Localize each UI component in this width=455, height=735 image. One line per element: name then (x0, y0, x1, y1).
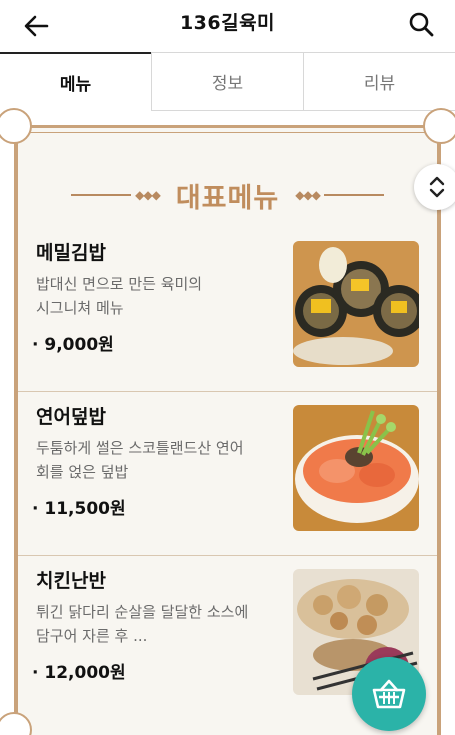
section-heading: ◆◆◆ 대표메뉴 ◆◆◆ (14, 170, 441, 220)
tab-reviews[interactable]: 리뷰 (303, 52, 455, 110)
heading-line-left (71, 194, 132, 196)
app-header: 136길육미 (0, 0, 455, 52)
menu-item-description-line: 튀긴 닭다리 순살을 달달한 소스에 (36, 603, 249, 621)
menu-list: 메밀김밥 밥대신 면으로 만든 육미의 시그니쳐 메뉴 · 9,000원 연어덮… (18, 228, 437, 720)
search-icon (409, 12, 434, 37)
soba-kimbap-photo[interactable] (293, 241, 419, 367)
cart-button[interactable] (352, 657, 426, 731)
menu-item-description-line: 회를 얹은 덮밥 (36, 463, 129, 481)
menu-item-description: 밥대신 면으로 만든 육미의 시그니쳐 메뉴 (36, 272, 276, 320)
menu-item-name: 치킨난반 (36, 570, 106, 592)
heading-ornament-right: ◆◆◆ (295, 188, 321, 202)
menu-item-description-line: 두툼하게 썰은 스코틀랜드산 연어 (36, 439, 244, 457)
chevron-up-down-icon (429, 176, 445, 198)
menu-item-price-value: 11,500원 (44, 499, 126, 519)
menu-item-description-line: 밥대신 면으로 만든 육미의 (36, 275, 203, 293)
section-title: 대표메뉴 (175, 182, 280, 214)
heading-line-right (323, 194, 384, 196)
menu-item-description-line: 시그니쳐 메뉴 (36, 299, 124, 317)
menu-item-price: · 11,500원 (32, 499, 126, 519)
menu-item-description: 튀긴 닭다리 순살을 달달한 소스에 담구어 자른 후 ... (36, 600, 276, 648)
tab-info[interactable]: 정보 (151, 52, 303, 110)
tab-bar: 메뉴 정보 리뷰 (0, 52, 455, 111)
basket-icon (372, 679, 406, 709)
heading-ornament-left: ◆◆◆ (135, 188, 161, 202)
menu-item-description-line: 담구어 자른 후 ... (36, 627, 148, 645)
menu-item-description: 두툼하게 썰은 스코틀랜드산 연어 회를 얹은 덮밥 (36, 436, 276, 484)
page-title: 136길육미 (179, 12, 276, 34)
menu-item[interactable]: 연어덮밥 두툼하게 썰은 스코틀랜드산 연어 회를 얹은 덮밥 · 11,500… (18, 392, 437, 556)
menu-item-price: · 12,000원 (32, 663, 126, 683)
search-button[interactable] (401, 4, 441, 44)
salmon-rice-bowl-photo[interactable] (293, 405, 419, 531)
menu-item-price: · 9,000원 (32, 335, 114, 355)
menu-item-name: 연어덮밥 (36, 406, 106, 428)
menu-item[interactable]: 메밀김밥 밥대신 면으로 만든 육미의 시그니쳐 메뉴 · 9,000원 (18, 228, 437, 392)
tab-menu[interactable]: 메뉴 (0, 52, 151, 111)
scroll-toggle-button[interactable] (414, 164, 455, 210)
menu-item-price-value: 12,000원 (44, 663, 126, 683)
frame-corner-top-right (423, 108, 455, 144)
menu-item-name: 메밀김밥 (36, 242, 106, 264)
menu-item-price-value: 9,000원 (44, 335, 114, 355)
